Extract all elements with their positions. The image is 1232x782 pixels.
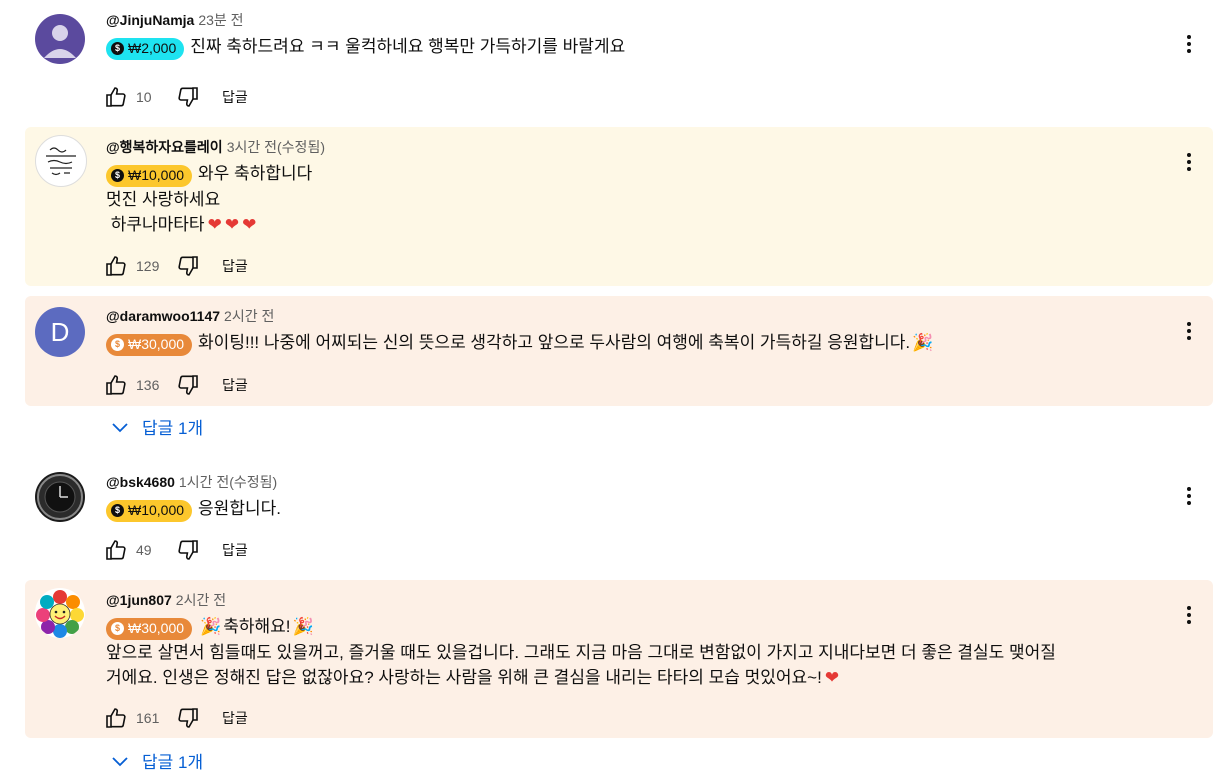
like-count: 10 [136,89,152,105]
avatar[interactable] [35,588,85,638]
avatar[interactable] [35,135,87,187]
party-popper-emoji: 🎉 [912,333,934,352]
dollar-icon: $ [111,42,124,55]
view-replies-button[interactable]: 답글 1개 [108,748,203,773]
dislike-icon[interactable] [176,373,200,397]
reply-button[interactable]: 답글 [222,87,248,107]
like-icon[interactable] [104,373,128,397]
more-vert-icon[interactable] [1177,32,1201,56]
super-thanks-badge: $ ₩30,000 [106,617,193,640]
comment-text-line-2: 앞으로 살면서 힘들때도 있을꺼고, 즐거울 때도 있을겁니다. 그래도 지금 … [106,642,1056,662]
author-name[interactable]: @bsk4680 [106,474,175,490]
donation-amount: ₩30,000 [128,336,185,352]
comment-actions: 161 답글 [104,705,248,731]
dislike-icon[interactable] [176,254,200,278]
comment-actions: 49 답글 [104,537,248,563]
reply-button[interactable]: 답글 [222,256,248,276]
chevron-down-icon [108,415,132,439]
dislike-icon[interactable] [176,85,200,109]
timestamp[interactable]: 23분 전 [198,12,243,28]
author-name[interactable]: @daramwoo1147 [106,308,220,324]
like-icon[interactable] [104,706,128,730]
super-thanks-badge: $ ₩10,000 [106,499,193,522]
comment-5: @1jun807 2시간 전 $ ₩30,000 🎉 축하해요! 🎉 앞으로 살면서 힘들… [25,580,1213,738]
avatar[interactable]: D [35,307,85,357]
avatar-letter: D [50,316,70,347]
timestamp[interactable]: 2시간 전 [176,592,226,608]
donation-amount: ₩10,000 [128,502,185,518]
reply-button[interactable]: 답글 [222,375,248,395]
view-replies-label: 답글 1개 [142,419,204,438]
donation-amount: ₩2,000 [128,40,177,56]
like-count: 129 [136,258,160,274]
comment-actions: 10 답글 [104,84,248,110]
comment-4: @bsk4680 1시간 전(수정됨) $ ₩10,000 응원합니다. 49 답글 [25,462,1213,574]
comment-text-line-3: 거에요. 인생은 정해진 답은 없잖아요? 사랑하는 사람을 위해 큰 결심을 … [106,667,822,687]
heart-emoji: ❤ [242,214,257,234]
more-vert-icon[interactable] [1177,150,1201,174]
like-icon[interactable] [104,85,128,109]
like-count: 161 [136,710,160,726]
super-thanks-badge: $ ₩2,000 [106,37,185,60]
timestamp[interactable]: 1시간 전(수정됨) [179,474,277,490]
donation-amount: ₩30,000 [128,620,185,636]
dislike-icon[interactable] [176,706,200,730]
heart-emoji: ❤ [824,667,840,687]
dollar-icon: $ [111,338,124,351]
comment-text: 진짜 축하드려요 ㅋㅋ 울컥하네요 행복만 가득하기를 바랄게요 [190,37,626,56]
like-icon[interactable] [104,538,128,562]
author-name[interactable]: @1jun807 [106,592,172,608]
super-thanks-badge: $ ₩10,000 [106,164,193,187]
more-vert-icon[interactable] [1177,603,1201,627]
dollar-icon: $ [111,169,124,182]
comment-1: @JinjuNamja 23분 전 $ ₩2,000 진짜 축하드려요 ㅋㅋ 울컥하네… [25,0,1213,120]
comment-actions: 136 답글 [104,372,248,398]
avatar[interactable] [35,14,85,64]
author-name[interactable]: @행복하자요를레이 [106,139,223,155]
view-replies-label: 답글 1개 [142,753,204,772]
dollar-icon: $ [111,622,124,635]
view-replies-button[interactable]: 답글 1개 [108,414,203,439]
party-popper-emoji: 🎉 [292,617,314,636]
more-vert-icon[interactable] [1177,484,1201,508]
comment-2: @행복하자요를레이 3시간 전(수정됨) $ ₩10,000 와우 축하합니다 멋진 … [25,127,1213,286]
reply-button[interactable]: 답글 [222,540,248,560]
party-popper-emoji: 🎉 [200,617,222,636]
dollar-icon: $ [111,504,124,517]
heart-emoji: ❤ [224,214,240,234]
dislike-icon[interactable] [176,538,200,562]
timestamp[interactable]: 2시간 전 [224,308,274,324]
more-vert-icon[interactable] [1177,319,1201,343]
avatar[interactable] [35,472,85,522]
super-thanks-badge: $ ₩30,000 [106,333,193,356]
author-name[interactable]: @JinjuNamja [106,12,194,28]
timestamp[interactable]: 3시간 전(수정됨) [227,139,325,155]
like-icon[interactable] [104,254,128,278]
heart-emoji: ❤ [207,214,222,234]
comment-3: D @daramwoo1147 2시간 전 $ ₩30,000 화이팅!!! 나중에 … [25,296,1213,406]
comment-text-line-2: 멋진 사랑하세요 [106,189,221,209]
donation-amount: ₩10,000 [128,167,185,183]
comment-actions: 129 답글 [104,253,248,279]
like-count: 49 [136,542,152,558]
comment-text-line-3: 하쿠나마타타 [106,214,205,234]
comment-text: 응원합니다. [198,499,281,518]
chevron-down-icon [108,749,132,773]
comment-text-line-1: 와우 축하합니다 [198,164,313,183]
like-count: 136 [136,377,160,393]
comment-text-line-1: 축하해요! [223,617,291,636]
comment-text: 화이팅!!! 나중에 어찌되는 신의 뜻으로 생각하고 앞으로 두사람의 여행에… [198,333,911,352]
reply-button[interactable]: 답글 [222,708,248,728]
